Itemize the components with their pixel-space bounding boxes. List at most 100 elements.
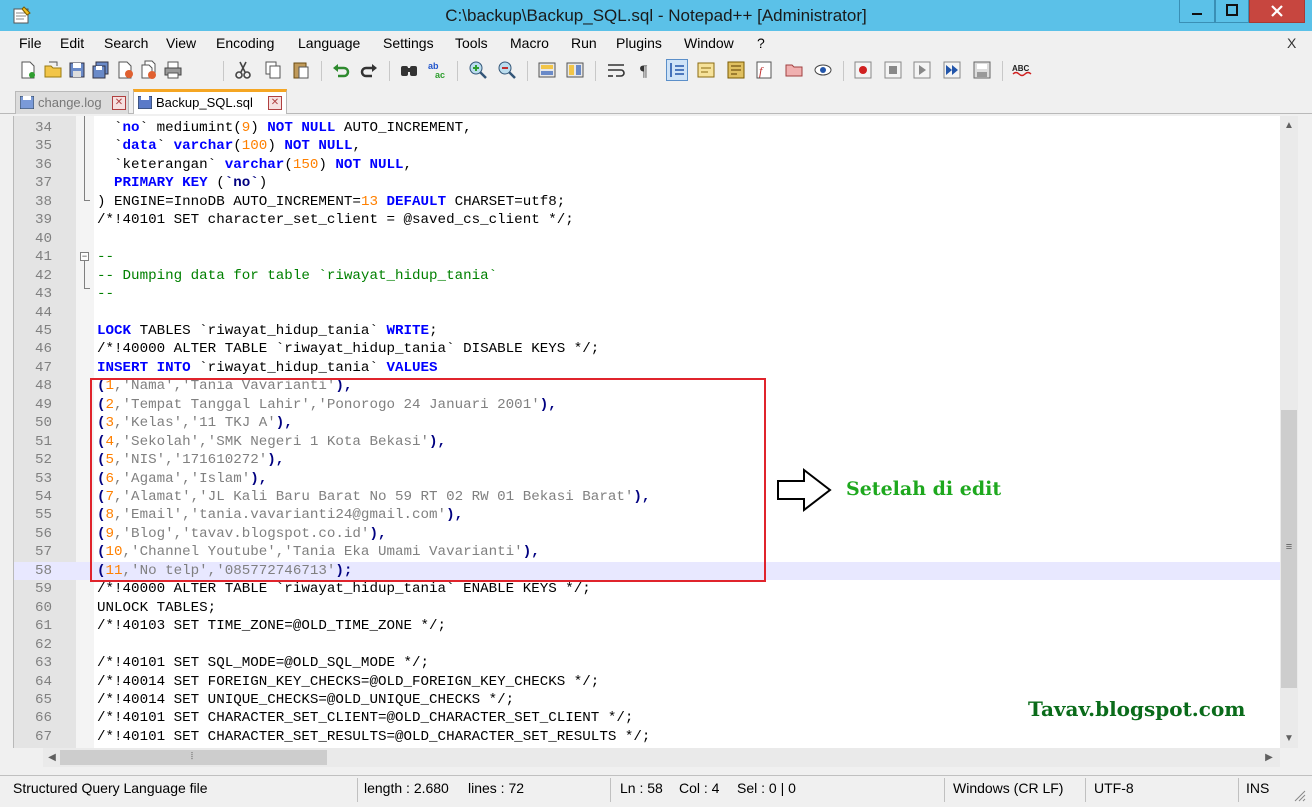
replace-icon[interactable]: abac bbox=[427, 60, 447, 80]
menu-tools[interactable]: Tools bbox=[455, 35, 488, 51]
fold-collapse-icon[interactable]: − bbox=[80, 252, 89, 261]
code-line[interactable]: 37 PRIMARY KEY (`no`) bbox=[14, 174, 1281, 192]
line-number: 37 bbox=[34, 175, 52, 192]
user-defined-lang-icon[interactable] bbox=[696, 60, 716, 80]
code-line[interactable]: 45 LOCK TABLES `riwayat_hidup_tania` WRIT… bbox=[14, 322, 1281, 340]
menu-encoding[interactable]: Encoding bbox=[216, 35, 274, 51]
code-line[interactable]: 39 /*!40101 SET character_set_client = @s… bbox=[14, 211, 1281, 229]
code-line[interactable]: 59 /*!40000 ALTER TABLE `riwayat_hidup_ta… bbox=[14, 580, 1281, 598]
code-line[interactable]: 44 bbox=[14, 304, 1281, 322]
edited-rows-highlight bbox=[90, 378, 766, 582]
tab-change-log[interactable]: change.log ✕ bbox=[15, 91, 129, 114]
code-line[interactable]: 62 bbox=[14, 636, 1281, 654]
close-document-button[interactable]: X bbox=[1287, 35, 1296, 51]
code-line[interactable]: 36 `keterangan` varchar(150) NOT NULL, bbox=[14, 156, 1281, 174]
code-line[interactable]: 67 /*!40101 SET CHARACTER_SET_RESULTS=@OL… bbox=[14, 728, 1281, 746]
spell-check-icon[interactable]: ABC bbox=[1012, 60, 1032, 80]
code-line[interactable]: 35 `data` varchar(100) NOT NULL, bbox=[14, 137, 1281, 155]
status-eol[interactable]: Windows (CR LF) bbox=[953, 780, 1063, 796]
sync-horizontal-icon[interactable] bbox=[565, 60, 585, 80]
show-all-chars-icon[interactable]: ¶ bbox=[636, 60, 656, 80]
close-icon[interactable] bbox=[115, 60, 135, 80]
edit-annotation: Setelah di edit bbox=[846, 478, 1002, 500]
folder-workspace-icon[interactable] bbox=[784, 60, 804, 80]
menu-window[interactable]: Window bbox=[684, 35, 734, 51]
code-line[interactable]: 64 /*!40014 SET FOREIGN_KEY_CHECKS=@OLD_F… bbox=[14, 673, 1281, 691]
status-mode[interactable]: INS bbox=[1246, 780, 1269, 796]
zoom-out-icon[interactable] bbox=[497, 60, 517, 80]
code-token: /*!40000 ALTER TABLE `riwayat_hidup_tani… bbox=[97, 341, 600, 358]
menu-macro[interactable]: Macro bbox=[510, 35, 549, 51]
resize-grip-icon[interactable] bbox=[1292, 788, 1306, 802]
code-token: ) bbox=[250, 120, 268, 136]
doc-map-icon[interactable] bbox=[726, 60, 746, 80]
menu-edit[interactable]: Edit bbox=[60, 35, 84, 51]
tab-close-icon[interactable]: ✕ bbox=[268, 96, 282, 110]
code-line[interactable]: 40 bbox=[14, 230, 1281, 248]
scroll-left-icon[interactable]: ◀ bbox=[45, 752, 59, 763]
line-number: 39 bbox=[34, 212, 52, 229]
code-line[interactable]: 42 -- Dumping data for table `riwayat_hid… bbox=[14, 267, 1281, 285]
code-token: NOT NULL bbox=[267, 120, 336, 136]
code-line[interactable]: 63 /*!40101 SET SQL_MODE=@OLD_SQL_MODE */… bbox=[14, 654, 1281, 672]
toolbar-separator bbox=[527, 61, 528, 81]
record-macro-icon[interactable] bbox=[853, 60, 873, 80]
print-icon[interactable] bbox=[163, 60, 183, 80]
redo-icon[interactable] bbox=[359, 60, 379, 80]
undo-icon[interactable] bbox=[331, 60, 351, 80]
word-wrap-icon[interactable] bbox=[606, 60, 626, 80]
monitoring-icon[interactable] bbox=[813, 60, 833, 80]
code-line[interactable]: 41 -- bbox=[14, 248, 1281, 266]
status-encoding[interactable]: UTF-8 bbox=[1094, 780, 1134, 796]
blog-watermark: Tavav.blogspot.com bbox=[1028, 697, 1246, 721]
save-macro-icon[interactable] bbox=[972, 60, 992, 80]
menu-help[interactable]: ? bbox=[757, 35, 765, 51]
code-line[interactable]: 38) ENGINE=InnoDB AUTO_INCREMENT=13 DEFA… bbox=[14, 193, 1281, 211]
run-macro-multiple-icon[interactable] bbox=[942, 60, 962, 80]
scroll-up-icon[interactable]: ▲ bbox=[1281, 120, 1297, 131]
code-line[interactable]: 43 -- bbox=[14, 285, 1281, 303]
scroll-down-icon[interactable]: ▼ bbox=[1281, 733, 1297, 744]
sync-vertical-icon[interactable] bbox=[537, 60, 557, 80]
scroll-right-icon[interactable]: ▶ bbox=[1262, 752, 1276, 763]
stop-macro-icon[interactable] bbox=[883, 60, 903, 80]
code-line[interactable]: 34 `no` mediumint(9) NOT NULL AUTO_INCRE… bbox=[14, 119, 1281, 137]
save-icon[interactable] bbox=[67, 60, 87, 80]
new-file-icon[interactable] bbox=[18, 60, 38, 80]
maximize-button[interactable] bbox=[1215, 0, 1249, 23]
code-line[interactable]: 47 INSERT INTO `riwayat_hidup_tania` VALU… bbox=[14, 359, 1281, 377]
menu-settings[interactable]: Settings bbox=[383, 35, 434, 51]
close-all-icon[interactable] bbox=[139, 60, 159, 80]
zoom-in-icon[interactable] bbox=[468, 60, 488, 80]
status-bar: Structured Query Language file length : … bbox=[0, 775, 1312, 807]
code-token: TABLES `riwayat_hidup_tania` bbox=[131, 322, 387, 339]
code-line[interactable]: 61 /*!40103 SET TIME_ZONE=@OLD_TIME_ZONE … bbox=[14, 617, 1281, 635]
save-all-icon[interactable] bbox=[91, 60, 111, 80]
paste-icon[interactable] bbox=[291, 60, 311, 80]
menu-plugins[interactable]: Plugins bbox=[616, 35, 662, 51]
cut-icon[interactable] bbox=[233, 60, 253, 80]
tab-backup-sql[interactable]: Backup_SQL.sql ✕ bbox=[133, 89, 287, 114]
open-file-icon[interactable] bbox=[43, 60, 63, 80]
menu-file[interactable]: File bbox=[19, 35, 42, 51]
minimize-button[interactable] bbox=[1179, 0, 1215, 23]
close-window-button[interactable] bbox=[1249, 0, 1305, 23]
code-token: ) bbox=[258, 175, 268, 192]
menu-run[interactable]: Run bbox=[571, 35, 597, 51]
fold-guide-end bbox=[84, 288, 90, 289]
menu-bar: File Edit Search View Encoding Language … bbox=[0, 31, 1312, 57]
copy-icon[interactable] bbox=[263, 60, 283, 80]
status-sel: Sel : 0 | 0 bbox=[737, 780, 796, 796]
menu-search[interactable]: Search bbox=[104, 35, 148, 51]
menu-language[interactable]: Language bbox=[298, 35, 360, 51]
code-text: PRIMARY KEY (`no`) bbox=[97, 174, 267, 192]
code-text: LOCK TABLES `riwayat_hidup_tania` WRITE; bbox=[97, 322, 438, 340]
tab-close-icon[interactable]: ✕ bbox=[112, 96, 126, 110]
code-line[interactable]: 60 UNLOCK TABLES; bbox=[14, 599, 1281, 617]
play-macro-icon[interactable] bbox=[912, 60, 932, 80]
indent-guide-icon[interactable] bbox=[666, 59, 688, 81]
find-icon[interactable] bbox=[399, 60, 419, 80]
code-line[interactable]: 46 /*!40000 ALTER TABLE `riwayat_hidup_ta… bbox=[14, 340, 1281, 358]
function-list-icon[interactable]: f bbox=[754, 60, 774, 80]
menu-view[interactable]: View bbox=[166, 35, 196, 51]
